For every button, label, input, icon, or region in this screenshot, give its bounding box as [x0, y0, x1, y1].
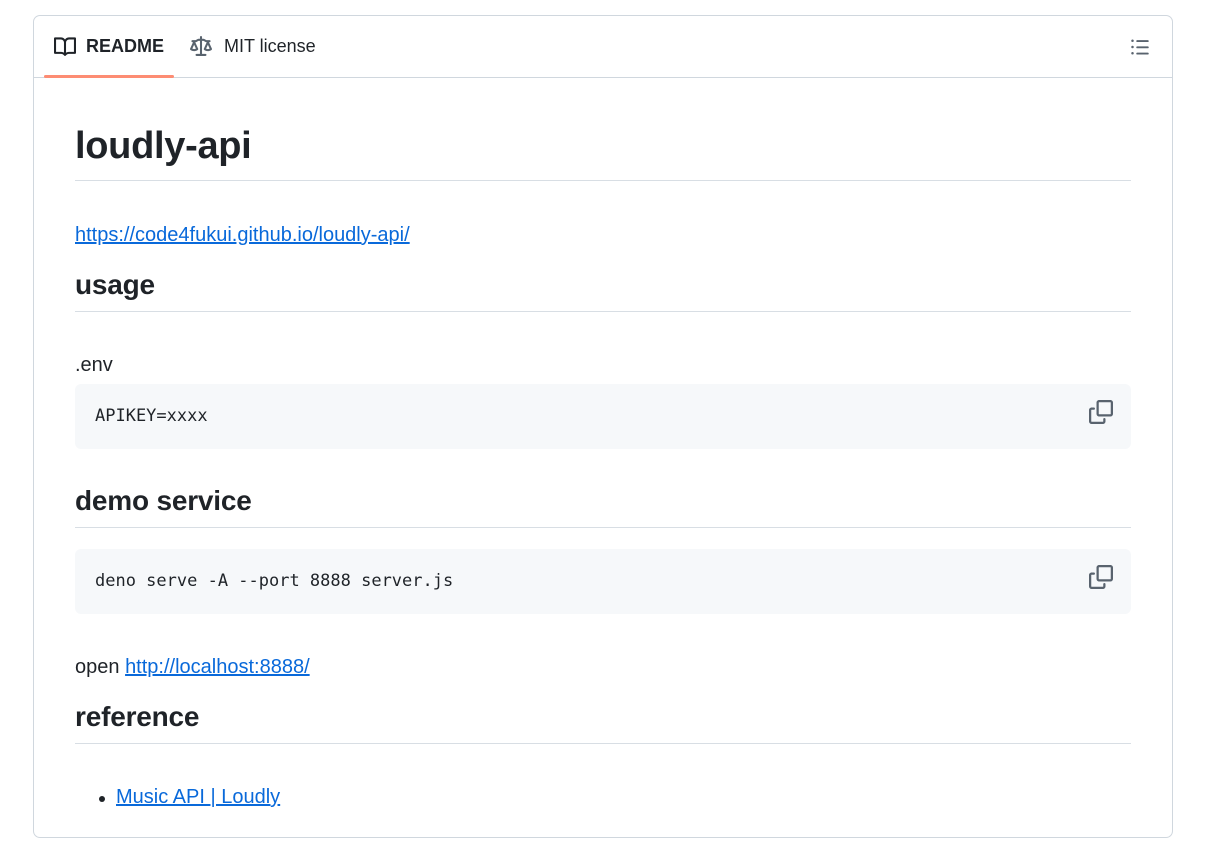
outline-button[interactable]: [1128, 35, 1152, 59]
localhost-link[interactable]: http://localhost:8888/: [125, 656, 310, 678]
site-link[interactable]: https://code4fukui.github.io/loudly-api/: [75, 224, 410, 246]
copy-icon: [1089, 565, 1113, 589]
list-item: Music API | Loudly: [116, 784, 280, 810]
open-prefix: open: [75, 656, 120, 678]
copy-button-demo[interactable]: [1089, 565, 1113, 589]
tab-readme[interactable]: README: [44, 16, 175, 78]
list-bullet: [99, 796, 105, 802]
tab-license-label: MIT license: [224, 36, 316, 56]
heading-usage: usage: [75, 268, 1131, 312]
heading-reference: reference: [75, 700, 1131, 744]
code-text-demo: deno serve -A --port 8888 server.js: [95, 571, 454, 591]
readme-tabbar: README MIT license: [34, 16, 1172, 78]
book-icon: [54, 36, 76, 56]
tab-license[interactable]: MIT license: [190, 16, 316, 77]
heading-demo-service: demo service: [75, 484, 1131, 528]
open-paragraph: open http://localhost:8888/: [75, 654, 310, 680]
readme-panel: README MIT license loudly-api https://co…: [33, 15, 1173, 838]
copy-button-env[interactable]: [1089, 400, 1113, 424]
env-file-label: .env: [75, 354, 113, 376]
site-link-paragraph: https://code4fukui.github.io/loudly-api/: [75, 222, 410, 248]
code-block-demo: deno serve -A --port 8888 server.js: [75, 549, 1131, 614]
scale-icon: [190, 35, 212, 56]
readme-title: loudly-api: [75, 124, 1131, 181]
active-tab-indicator: [44, 75, 175, 78]
reference-link-loudly[interactable]: Music API | Loudly: [116, 786, 280, 808]
copy-icon: [1089, 400, 1113, 424]
code-text-env: APIKEY=xxxx: [95, 406, 208, 426]
tab-readme-label: README: [86, 36, 165, 56]
code-block-env: APIKEY=xxxx: [75, 384, 1131, 449]
list-unordered-icon: [1131, 39, 1149, 55]
